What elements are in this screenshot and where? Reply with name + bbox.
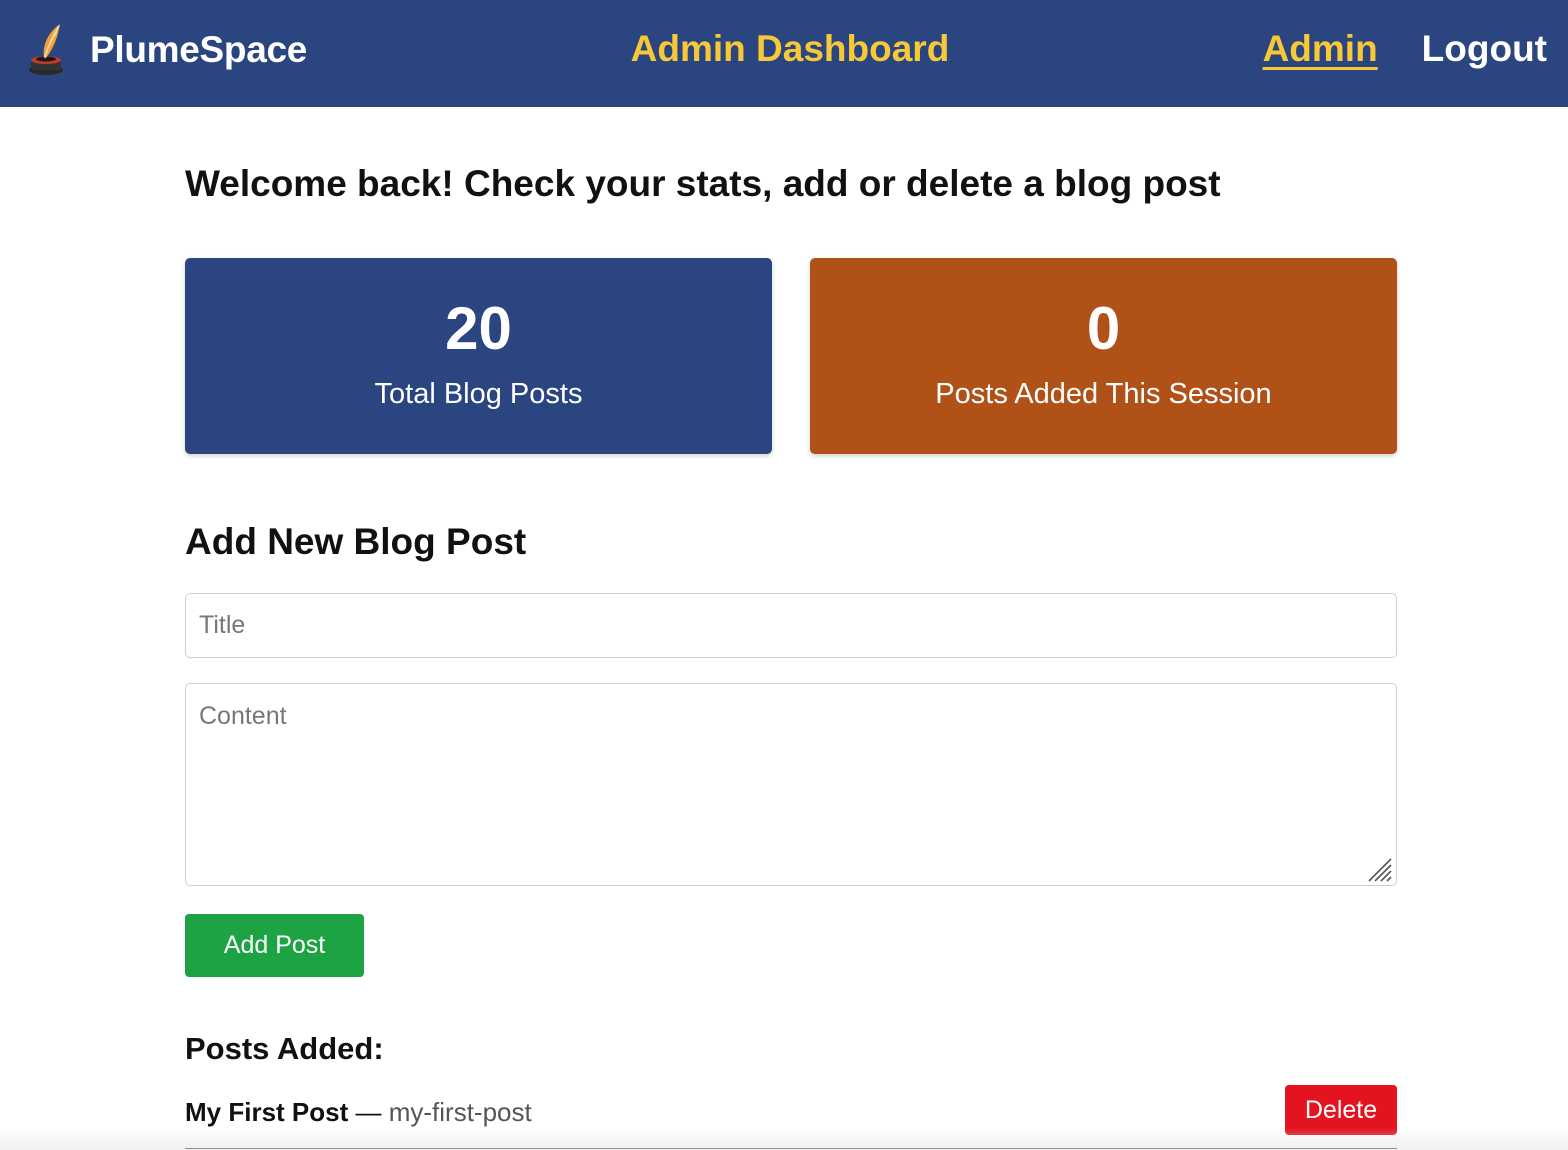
posts-added-heading: Posts Added: — [185, 1031, 384, 1066]
nav-link-logout[interactable]: Logout — [1422, 28, 1547, 70]
stat-label: Total Blog Posts — [374, 378, 583, 410]
title-input[interactable] — [185, 593, 1397, 658]
stat-value: 20 — [445, 295, 512, 362]
post-title: My First Post — [185, 1097, 349, 1127]
main-nav: Admin Logout — [1263, 28, 1547, 70]
stat-card-session-posts: 0 Posts Added This Session — [810, 258, 1397, 454]
post-separator: — — [355, 1097, 382, 1127]
stat-value: 0 — [1086, 295, 1121, 362]
post-slug: my-first-post — [388, 1097, 532, 1127]
post-text: My First Post — my-first-post — [185, 1097, 532, 1128]
welcome-heading: Welcome back! Check your stats, add or d… — [185, 163, 1221, 204]
add-post-heading: Add New Blog Post — [185, 521, 527, 562]
content-textarea[interactable] — [185, 683, 1397, 886]
resize-handle-icon[interactable] — [1367, 857, 1393, 883]
add-post-button[interactable]: Add Post — [185, 914, 364, 977]
stat-card-total-posts: 20 Total Blog Posts — [185, 258, 772, 454]
stat-label: Posts Added This Session — [935, 378, 1272, 410]
bottom-scroll-shadow — [0, 1128, 1568, 1150]
top-navbar: PlumeSpace Admin Dashboard Admin Logout — [0, 0, 1568, 107]
nav-link-admin[interactable]: Admin — [1263, 28, 1378, 70]
